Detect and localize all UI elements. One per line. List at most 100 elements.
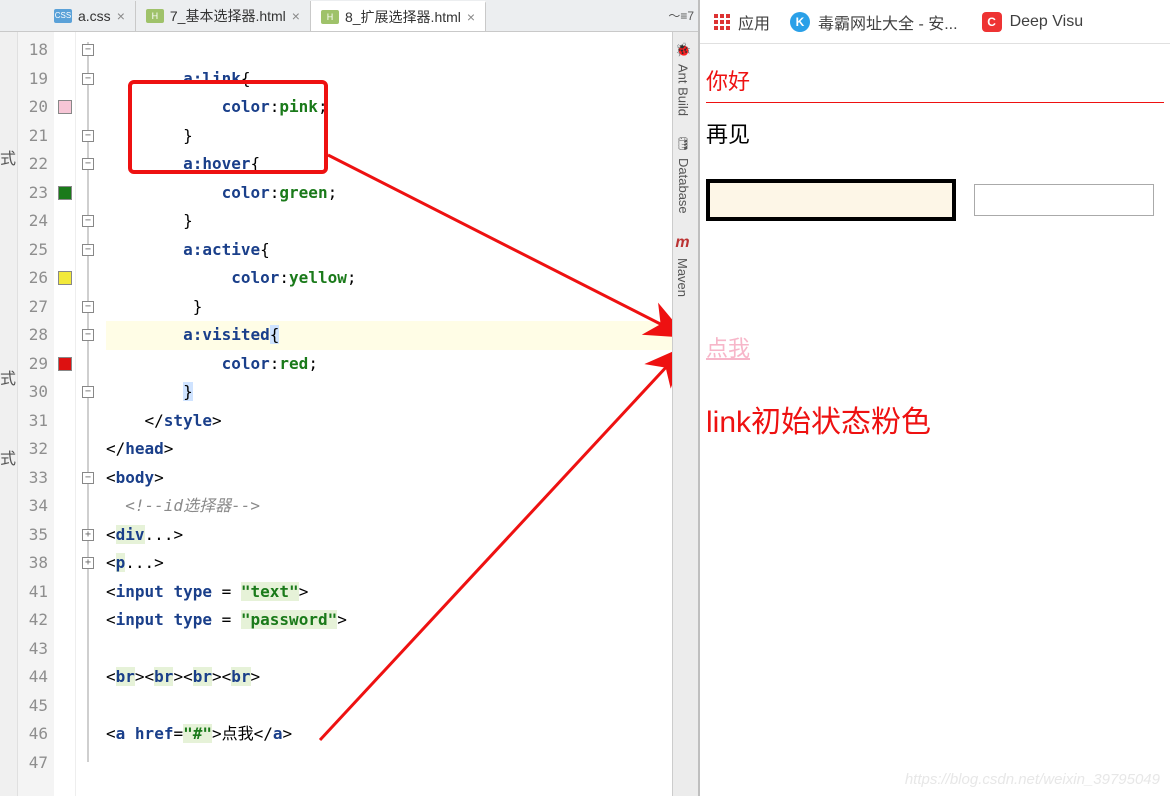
line-number: 29 [18, 350, 48, 379]
fold-toggle-icon[interactable] [82, 215, 94, 227]
color-swatch-marker[interactable] [58, 271, 72, 285]
code-line[interactable] [106, 749, 682, 778]
fold-toggle-icon[interactable] [82, 130, 94, 142]
code-line[interactable] [106, 692, 682, 721]
code-line[interactable]: <br><br><br><br> [106, 663, 682, 692]
tab-indicator-text: ～≡7 [668, 7, 694, 24]
fold-toggle-icon[interactable] [82, 244, 94, 256]
code-line[interactable]: <a href="#">点我</a> [106, 720, 682, 749]
code-line[interactable]: a:active{ [106, 236, 682, 265]
text-input[interactable] [706, 179, 956, 221]
password-input[interactable] [974, 184, 1154, 216]
bookmark-item[interactable]: K毒霸网址大全 - 安... [790, 10, 958, 34]
line-number: 44 [18, 663, 48, 692]
editor-area: 1819202122232425262728293031323334353841… [0, 32, 698, 796]
fold-toggle-icon[interactable] [82, 158, 94, 170]
fold-toggle-icon[interactable] [82, 44, 94, 56]
bookmark-favicon-icon: C [982, 12, 1002, 32]
tool-tab-icon: 🐞 [675, 42, 691, 58]
tool-tab[interactable]: 🛢 Database [673, 126, 694, 224]
code-line[interactable]: color:yellow; [106, 264, 682, 293]
line-number: 32 [18, 435, 48, 464]
line-number: 24 [18, 207, 48, 236]
code-line[interactable]: color:green; [106, 179, 682, 208]
tab-indicator: ～≡7 [668, 7, 698, 24]
code-line[interactable]: } [106, 378, 682, 407]
line-number: 28 [18, 321, 48, 350]
bookmark-item[interactable]: C Deep Visu [982, 10, 1084, 34]
tool-tab-label: Ant Build [676, 64, 691, 116]
tab-label: a.css [78, 8, 111, 24]
close-icon[interactable]: × [117, 8, 125, 24]
tool-tab[interactable]: 🐞 Ant Build [673, 32, 693, 126]
fold-toggle-icon[interactable] [82, 557, 94, 569]
rendered-page: 你好 再见 点我 link初始状态粉色 [700, 44, 1170, 447]
tool-tab-icon: 🛢 [675, 136, 692, 152]
annotation-text: link初始状态粉色 [706, 397, 1164, 441]
demo-link[interactable]: 点我 [706, 336, 750, 361]
line-number: 27 [18, 293, 48, 322]
css-file-icon: CSS [54, 9, 72, 23]
tab-label: 7_基本选择器.html [170, 6, 286, 26]
line-number-gutter: 1819202122232425262728293031323334353841… [18, 32, 54, 796]
editor-tab-bar: CSSa.css×H7_基本选择器.html×H8_扩展选择器.html× ～≡… [0, 0, 698, 32]
fold-toggle-icon[interactable] [82, 73, 94, 85]
apps-grid-icon [714, 14, 730, 30]
editor-tab[interactable]: H 7_基本选择器.html × [136, 1, 311, 31]
color-marker-gutter [54, 32, 76, 796]
bookmark-favicon-icon: K [790, 12, 810, 32]
fold-toggle-icon[interactable] [82, 329, 94, 341]
tool-tab-label: Maven [675, 258, 690, 297]
close-icon[interactable]: × [292, 8, 300, 24]
code-line[interactable]: <input type = "text"> [106, 578, 682, 607]
code-line[interactable]: <!--id选择器--> [106, 492, 682, 521]
tool-tab-label: Database [676, 158, 691, 214]
editor-tab[interactable]: H8_扩展选择器.html× [311, 1, 486, 31]
fold-toggle-icon[interactable] [82, 301, 94, 313]
code-line[interactable]: <body> [106, 464, 682, 493]
fold-toggle-icon[interactable] [82, 386, 94, 398]
line-number: 26 [18, 264, 48, 293]
browser-pane: 应用 K毒霸网址大全 - 安... C Deep Visu 你好 再见 点我 lin… [700, 0, 1170, 796]
code-line[interactable]: <p...> [106, 549, 682, 578]
line-number: 42 [18, 606, 48, 635]
color-swatch-marker[interactable] [58, 357, 72, 371]
line-number: 38 [18, 549, 48, 578]
hello-text: 你好 [706, 64, 1164, 103]
ide-tool-panel: 🐞 Ant Build 🛢 Database m Maven [672, 32, 698, 796]
color-swatch-marker[interactable] [58, 100, 72, 114]
line-number: 46 [18, 720, 48, 749]
code-line[interactable] [106, 36, 682, 65]
code-line[interactable]: } [106, 293, 682, 322]
fold-toggle-icon[interactable] [82, 472, 94, 484]
line-number: 25 [18, 236, 48, 265]
tab-label: 8_扩展选择器.html [345, 7, 461, 27]
color-swatch-marker[interactable] [58, 186, 72, 200]
editor-tab[interactable]: CSS a.css × [44, 1, 136, 31]
code-line[interactable]: <input type = "password"> [106, 606, 682, 635]
fold-toggle-icon[interactable] [82, 529, 94, 541]
close-icon[interactable]: × [467, 9, 475, 25]
html-file-icon: H [146, 9, 164, 23]
code-line[interactable] [106, 635, 682, 664]
line-number: 34 [18, 492, 48, 521]
line-number: 45 [18, 692, 48, 721]
code-line[interactable]: <div...> [106, 521, 682, 550]
code-line[interactable]: a:visited{ [106, 321, 682, 350]
code-line[interactable]: </style> [106, 407, 682, 436]
clip-text: 式 [0, 340, 16, 420]
apps-label: 应用 [738, 10, 770, 34]
tool-tab[interactable]: m Maven [673, 224, 692, 307]
line-number: 35 [18, 521, 48, 550]
code-line[interactable]: } [106, 207, 682, 236]
line-number: 21 [18, 122, 48, 151]
fold-gutter [76, 32, 102, 796]
code-line[interactable]: color:red; [106, 350, 682, 379]
ide-pane: CSSa.css×H7_基本选择器.html×H8_扩展选择器.html× ～≡… [0, 0, 700, 796]
apps-button[interactable]: 应用 [714, 10, 770, 34]
code-line[interactable]: </head> [106, 435, 682, 464]
tool-tab-icon: m [675, 234, 689, 252]
bye-text: 再见 [706, 117, 1164, 149]
watermark: https://blog.csdn.net/weixin_39795049 [905, 771, 1160, 788]
bookmark-label: Deep Visu [1010, 13, 1084, 31]
